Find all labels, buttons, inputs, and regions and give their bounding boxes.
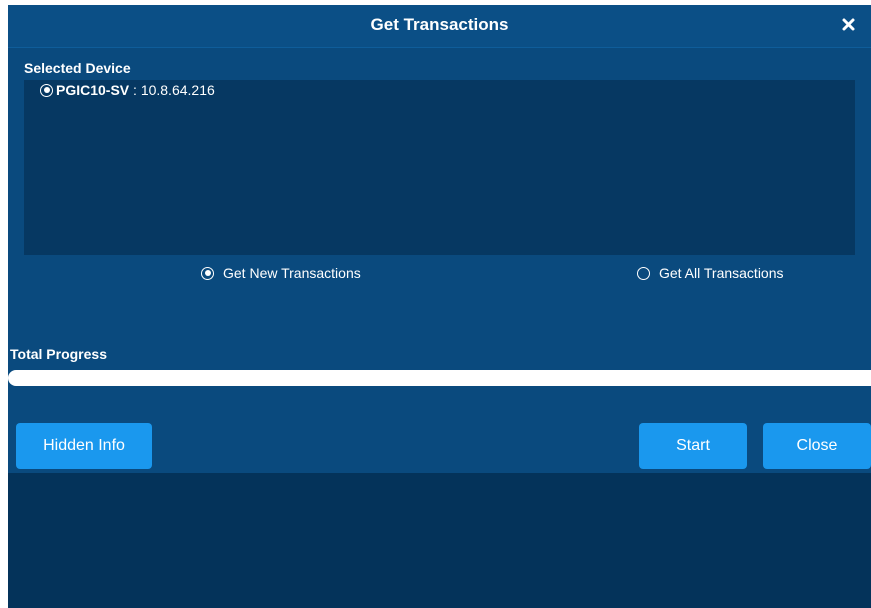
device-radio[interactable] — [40, 83, 53, 97]
get-new-transactions-option[interactable]: Get New Transactions — [201, 265, 361, 281]
total-progress-bar — [8, 370, 871, 386]
device-separator: : — [129, 82, 141, 98]
hidden-info-button[interactable]: Hidden Info — [16, 423, 152, 469]
progress-fill — [8, 370, 871, 386]
close-button[interactable]: Close — [763, 423, 871, 469]
dialog-titlebar: Get Transactions — [8, 5, 871, 48]
get-all-transactions-option[interactable]: Get All Transactions — [637, 265, 784, 281]
get-new-transactions-label: Get New Transactions — [223, 265, 361, 281]
get-all-radio[interactable] — [637, 266, 650, 280]
get-new-radio[interactable] — [201, 266, 214, 280]
device-list: PGIC10-SV : 10.8.64.216 — [24, 80, 855, 255]
get-all-transactions-label: Get All Transactions — [659, 265, 784, 281]
get-transactions-dialog: Get Transactions Selected Device PGIC10-… — [8, 5, 871, 608]
device-name: PGIC10-SV — [56, 82, 130, 98]
dialog-body: Selected Device PGIC10-SV : 10.8.64.216 … — [8, 48, 871, 473]
device-ip: 10.8.64.216 — [140, 82, 215, 98]
close-icon[interactable] — [839, 14, 859, 34]
total-progress-label: Total Progress — [10, 346, 107, 362]
selected-device-label: Selected Device — [24, 60, 131, 76]
device-list-item[interactable]: PGIC10-SV : 10.8.64.216 — [40, 82, 215, 98]
dialog-title: Get Transactions — [370, 15, 509, 34]
start-button[interactable]: Start — [639, 423, 747, 469]
